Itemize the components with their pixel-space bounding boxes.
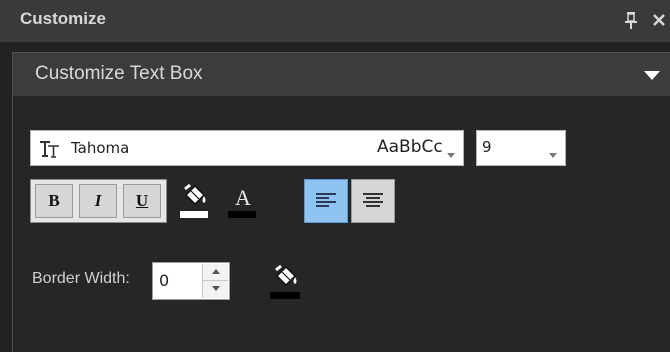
section-title: Customize Text Box: [35, 63, 203, 84]
font-size-value: 9: [482, 138, 492, 156]
section-header[interactable]: Customize Text Box: [13, 53, 670, 96]
chevron-down-icon[interactable]: [549, 146, 557, 158]
underline-button[interactable]: U: [123, 184, 161, 218]
triangle-down-icon[interactable]: [643, 69, 661, 81]
customize-panel: Customize Customize Text Box Tahoma AaBb…: [0, 0, 670, 352]
text-format-group: B I U: [30, 179, 167, 223]
spin-down-button[interactable]: [202, 281, 228, 298]
font-name: Tahoma: [71, 139, 130, 157]
font-preview: AaBbCc: [377, 137, 443, 157]
font-color-letter: A: [235, 185, 251, 210]
truetype-font-icon: [39, 139, 61, 159]
border-width-value[interactable]: 0: [159, 271, 169, 290]
paint-bucket-icon: [270, 264, 300, 299]
alignment-group: [304, 179, 396, 223]
chevron-down-icon[interactable]: [447, 146, 455, 158]
fill-color-button[interactable]: [178, 181, 210, 221]
panel-titlebar: Customize: [0, 0, 670, 43]
font-color-button[interactable]: A: [226, 181, 258, 221]
border-width-label: Border Width:: [32, 270, 130, 287]
border-color-button[interactable]: [268, 262, 302, 302]
align-left-button[interactable]: [304, 179, 348, 223]
pin-icon[interactable]: [622, 10, 640, 30]
close-icon[interactable]: [651, 10, 667, 30]
align-left-icon: [316, 192, 336, 210]
align-center-button[interactable]: [351, 179, 395, 223]
paint-bucket-icon: [180, 183, 208, 218]
align-center-icon: [363, 192, 383, 210]
chevron-down-icon: [212, 286, 220, 291]
panel-title: Customize: [20, 9, 106, 28]
border-width-stepper[interactable]: 0: [152, 262, 230, 300]
font-size-select[interactable]: 9: [476, 130, 566, 166]
font-family-select[interactable]: Tahoma AaBbCc: [30, 130, 464, 166]
chevron-up-icon: [212, 269, 220, 274]
italic-button[interactable]: I: [79, 184, 117, 218]
spin-up-button[interactable]: [202, 264, 228, 281]
bold-button[interactable]: B: [35, 184, 73, 218]
